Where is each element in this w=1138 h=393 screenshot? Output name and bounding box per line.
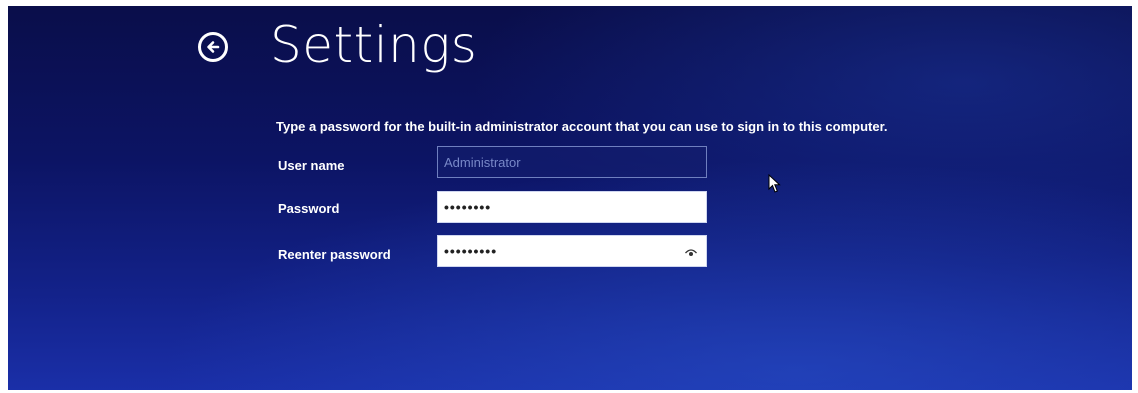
reveal-password-icon[interactable] [684, 245, 698, 259]
mouse-pointer-icon [768, 174, 781, 193]
username-placeholder: Administrator [444, 154, 521, 170]
reenter-password-label: Reenter password [278, 247, 391, 262]
back-button[interactable] [198, 32, 228, 62]
page-title: Settings [270, 16, 478, 74]
password-label: Password [278, 201, 340, 216]
setup-screen: Settings Type a password for the built-i… [8, 6, 1132, 390]
back-arrow-icon [207, 41, 220, 53]
reenter-password-field[interactable]: ••••••••• [437, 235, 707, 267]
password-value: •••••••• [444, 199, 492, 215]
instruction-text: Type a password for the built-in adminis… [276, 119, 888, 134]
password-field[interactable]: •••••••• [437, 191, 707, 223]
username-label: User name [278, 158, 345, 173]
reenter-password-value: ••••••••• [444, 243, 498, 259]
username-field: Administrator [437, 146, 707, 178]
